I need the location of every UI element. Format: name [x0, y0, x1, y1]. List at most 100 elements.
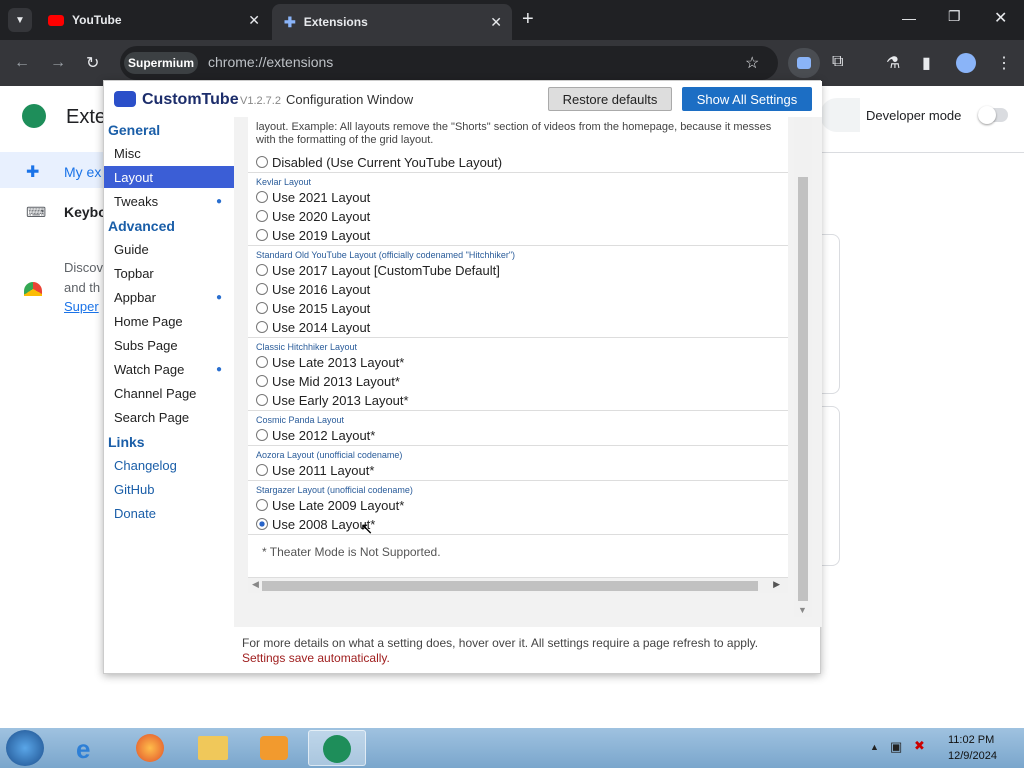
- web-store-link[interactable]: Super: [64, 299, 99, 314]
- close-icon[interactable]: ✕: [490, 14, 502, 31]
- explorer-icon[interactable]: [198, 736, 228, 760]
- radio-button[interactable]: [256, 229, 268, 241]
- star-icon[interactable]: ☆: [745, 53, 759, 73]
- radio-button[interactable]: [256, 394, 268, 406]
- sidebar-item-home-page[interactable]: Home Page: [104, 310, 234, 332]
- new-tab-button[interactable]: +: [522, 8, 534, 31]
- scroll-right-icon[interactable]: ▶: [773, 579, 780, 590]
- radio-option[interactable]: Use 2012 Layout*: [256, 428, 375, 443]
- sidebar-item-channel-page[interactable]: Channel Page: [104, 382, 234, 404]
- radio-option[interactable]: Use 2021 Layout: [256, 190, 370, 205]
- clock-date[interactable]: 12/9/2024: [948, 750, 997, 762]
- radio-button[interactable]: [256, 429, 268, 441]
- keyboard-icon: ⌨: [26, 204, 47, 220]
- tab-search-button[interactable]: ▼: [8, 8, 32, 32]
- divider: [248, 410, 788, 411]
- search-bar[interactable]: [820, 98, 860, 132]
- volume-muted-icon[interactable]: ✖: [914, 738, 925, 754]
- radio-option[interactable]: Use Late 2013 Layout*: [256, 355, 404, 370]
- close-icon[interactable]: ✕: [248, 12, 260, 29]
- profile-icon[interactable]: [956, 53, 976, 73]
- tab-extensions[interactable]: ✚ Extensions ✕: [272, 4, 512, 40]
- sidebar-item-topbar[interactable]: Topbar: [104, 262, 234, 284]
- radio-option[interactable]: Use 2016 Layout: [256, 282, 370, 297]
- sidepanel-icon[interactable]: ▮: [922, 53, 931, 73]
- url-text[interactable]: chrome://extensions: [208, 54, 333, 70]
- sidebar-item-subs-page[interactable]: Subs Page: [104, 334, 234, 356]
- maximize-button[interactable]: ❐: [948, 8, 961, 25]
- radio-button[interactable]: [256, 356, 268, 368]
- sidebar-item-label: Tweaks: [114, 193, 159, 209]
- scroll-left-icon[interactable]: ◀: [252, 579, 259, 590]
- github-link[interactable]: GitHub: [104, 478, 234, 500]
- network-icon[interactable]: ▣: [890, 739, 902, 755]
- ie-icon[interactable]: e: [76, 734, 90, 765]
- radio-button[interactable]: [256, 302, 268, 314]
- start-button[interactable]: [6, 730, 44, 766]
- show-all-settings-button[interactable]: Show All Settings: [682, 87, 812, 111]
- option-label: Use Early 2013 Layout*: [272, 393, 409, 408]
- radio-option[interactable]: Use Mid 2013 Layout*: [256, 374, 400, 389]
- link-label: GitHub: [114, 481, 155, 497]
- link-label: Donate: [114, 505, 156, 521]
- reload-icon[interactable]: ↻: [86, 53, 99, 73]
- back-icon[interactable]: ←: [14, 54, 30, 72]
- extensions-logo-icon: [22, 104, 46, 128]
- radio-button[interactable]: [256, 264, 268, 276]
- radio-option[interactable]: Use 2019 Layout: [256, 228, 370, 243]
- tray-up-arrow-icon[interactable]: ▲: [870, 742, 879, 752]
- radio-button[interactable]: [256, 191, 268, 203]
- radio-option[interactable]: Use 2020 Layout: [256, 209, 370, 224]
- radio-button[interactable]: [256, 321, 268, 333]
- radio-option[interactable]: Use 2014 Layout: [256, 320, 370, 335]
- sidebar-item-tweaks[interactable]: Tweaks ●: [104, 190, 234, 212]
- changelog-link[interactable]: Changelog: [104, 454, 234, 476]
- option-label: Use 2017 Layout [CustomTube Default]: [272, 263, 500, 278]
- vertical-scrollbar[interactable]: ▼: [794, 117, 812, 617]
- scroll-down-icon[interactable]: ▼: [798, 605, 807, 615]
- forward-icon[interactable]: →: [50, 54, 66, 72]
- sidebar-item-misc[interactable]: Misc: [104, 142, 234, 164]
- tab-youtube[interactable]: YouTube ✕: [40, 0, 270, 40]
- media-player-icon[interactable]: [260, 736, 288, 760]
- sidebar-item-appbar[interactable]: Appbar ●: [104, 286, 234, 308]
- radio-option[interactable]: Use 2011 Layout*: [256, 463, 374, 478]
- supermium-taskbar-button[interactable]: [308, 730, 366, 766]
- radio-button-checked[interactable]: [256, 518, 268, 530]
- scrollbar-thumb[interactable]: [262, 581, 758, 591]
- radio-button[interactable]: [256, 210, 268, 222]
- sidebar-item-watch-page[interactable]: Watch Page ●: [104, 358, 234, 380]
- radio-option[interactable]: Use 2015 Layout: [256, 301, 370, 316]
- taskbar: e ▲ ▣ ✖ 11:02 PM 12/9/2024: [0, 728, 1024, 768]
- radio-option-selected[interactable]: Use 2008 Layout*: [256, 517, 375, 532]
- radio-option[interactable]: Use 2017 Layout [CustomTube Default]: [256, 263, 500, 278]
- radio-option[interactable]: Use Late 2009 Layout*: [256, 498, 404, 513]
- radio-button[interactable]: [256, 156, 268, 168]
- nav-keyboard-shortcuts[interactable]: Keybo: [64, 204, 107, 220]
- window-close-button[interactable]: ✕: [994, 8, 1007, 28]
- radio-button[interactable]: [256, 464, 268, 476]
- developer-mode-toggle[interactable]: [978, 106, 1008, 124]
- restore-defaults-button[interactable]: Restore defaults: [548, 87, 672, 111]
- horizontal-scrollbar[interactable]: ◀ ▶: [248, 577, 788, 593]
- extensions-icon[interactable]: ⧉: [832, 53, 843, 71]
- clock-time[interactable]: 11:02 PM: [948, 734, 994, 746]
- sidebar-item-search-page[interactable]: Search Page: [104, 406, 234, 428]
- nav-label: My ex: [64, 164, 102, 180]
- minimize-button[interactable]: —: [902, 10, 916, 26]
- radio-option[interactable]: Use Early 2013 Layout*: [256, 393, 409, 408]
- firefox-icon[interactable]: [136, 734, 164, 762]
- radio-button[interactable]: [256, 283, 268, 295]
- scrollbar-thumb[interactable]: [798, 177, 808, 601]
- sidebar-item-layout[interactable]: Layout: [104, 166, 234, 188]
- group-heading: Stargazer Layout (unofficial codename): [256, 485, 413, 495]
- radio-button[interactable]: [256, 499, 268, 511]
- radio-disabled[interactable]: Disabled (Use Current YouTube Layout): [256, 155, 502, 170]
- donate-link[interactable]: Donate: [104, 502, 234, 524]
- window-subtitle: Configuration Window: [286, 92, 414, 107]
- customtube-extension-icon[interactable]: [788, 48, 820, 78]
- radio-button[interactable]: [256, 375, 268, 387]
- menu-icon[interactable]: ⋮: [996, 53, 1012, 73]
- sidebar-item-guide[interactable]: Guide: [104, 238, 234, 260]
- lab-icon[interactable]: ⚗: [886, 53, 900, 73]
